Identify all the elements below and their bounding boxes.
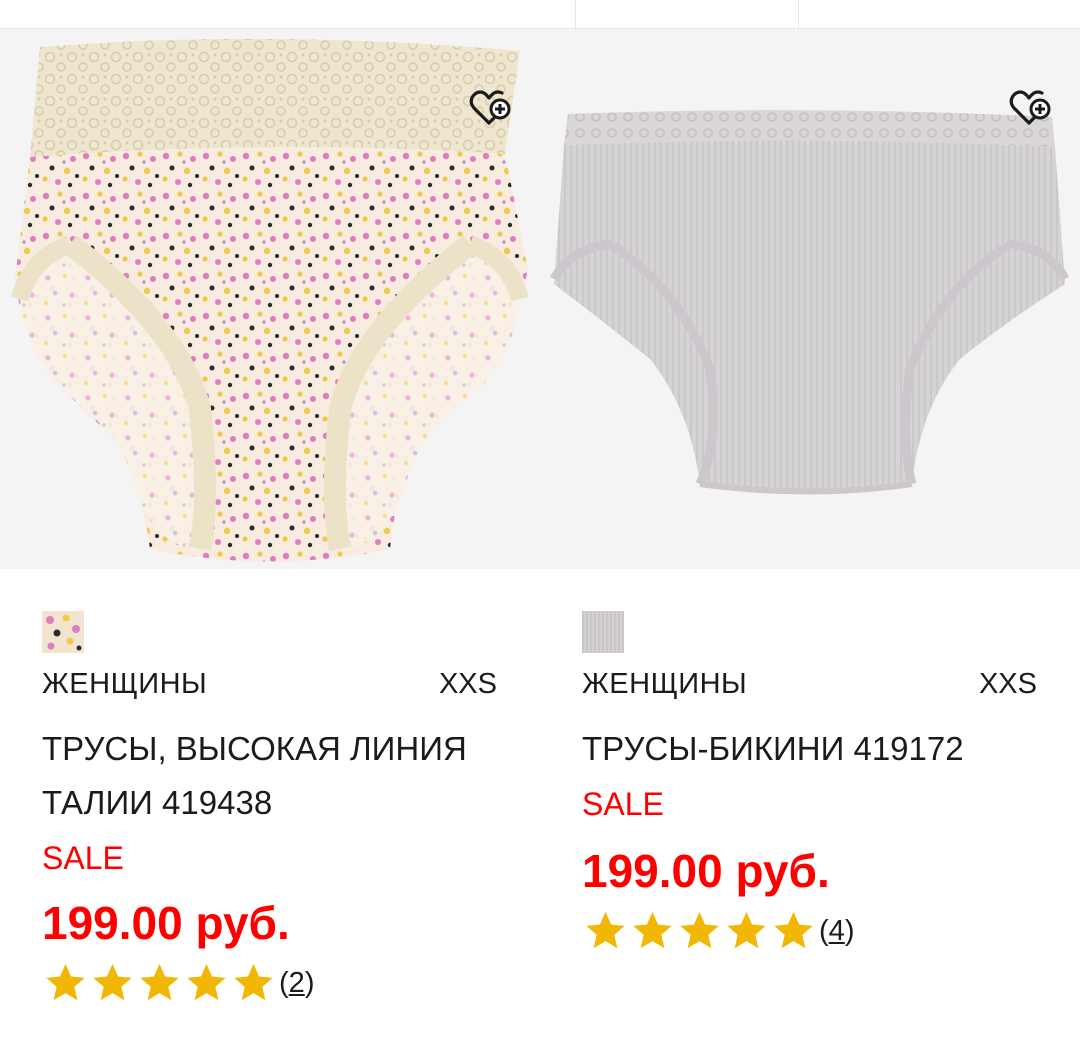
price: 199.00 руб. [582, 845, 830, 897]
star-icon [586, 911, 625, 949]
sale-label: SALE [582, 786, 664, 822]
star-icon [633, 911, 672, 949]
rating: (2) [42, 958, 314, 1008]
size-range: XXS [978, 668, 1037, 700]
review-count-link[interactable]: (4) [819, 915, 854, 948]
heart-plus-icon [469, 90, 511, 125]
rating-stars [42, 960, 277, 1006]
sale-label: SALE [42, 840, 124, 876]
rating-stars [582, 908, 817, 954]
star-icon [774, 911, 813, 949]
product-card[interactable]: ЖЕНЩИНЫ XXS ТРУСЫ-БИКИНИ 419172 SALE 199… [540, 570, 1080, 1045]
product-card[interactable]: ЖЕНЩИНЫ XXS ТРУСЫ, ВЫСОКАЯ ЛИНИЯ ТАЛИИ 4… [0, 570, 540, 1045]
rating: (4) [582, 906, 854, 956]
divider [575, 0, 576, 28]
color-swatch[interactable] [42, 611, 84, 653]
price: 199.00 руб. [42, 897, 290, 949]
product-name[interactable]: ТРУСЫ-БИКИНИ 419172 [582, 722, 1052, 776]
top-strip [0, 0, 1080, 29]
product-images-row [0, 29, 1080, 569]
star-icon [93, 963, 132, 1001]
gender-label: ЖЕНЩИНЫ [582, 668, 748, 700]
divider [798, 0, 799, 28]
wishlist-button[interactable] [1008, 85, 1052, 129]
star-icon [234, 963, 273, 1001]
size-range: XXS [438, 668, 497, 700]
gender-label: ЖЕНЩИНЫ [42, 668, 208, 700]
review-count: 2 [288, 966, 305, 999]
star-icon [680, 911, 719, 949]
color-swatch[interactable] [582, 611, 624, 653]
product-image-bikini-briefs[interactable] [540, 29, 1080, 569]
review-count: 4 [828, 914, 845, 947]
star-icon [140, 963, 179, 1001]
star-icon [46, 963, 85, 1001]
star-icon [187, 963, 226, 1001]
product-name[interactable]: ТРУСЫ, ВЫСОКАЯ ЛИНИЯ ТАЛИИ 419438 [42, 722, 512, 830]
product-image-highwaist-briefs[interactable] [0, 29, 540, 569]
wishlist-button[interactable] [468, 85, 512, 129]
heart-plus-icon [1009, 90, 1051, 125]
review-count-link[interactable]: (2) [279, 967, 314, 1000]
star-icon [727, 911, 766, 949]
